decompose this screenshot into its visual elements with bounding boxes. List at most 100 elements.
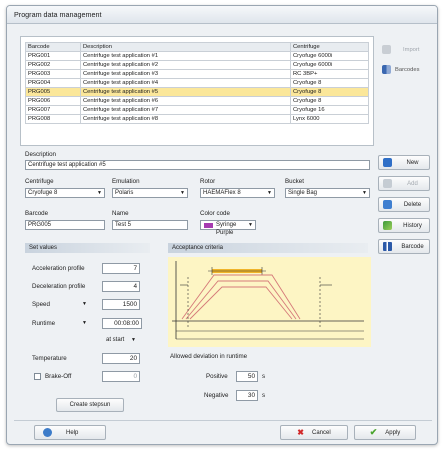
table-row[interactable]: PRG007 Centrifuge test application #7 Cryo… [25,105,369,115]
speed-dropdown-icon[interactable]: ▼ [82,301,87,307]
at-start-value: at start [106,337,125,343]
add-button[interactable]: Add [378,176,430,191]
column-header-barcode[interactable]: Barcode [25,42,81,52]
table-row[interactable]: PRG006 Centrifuge test application #6 Cryo… [25,96,369,106]
column-header-description[interactable]: Description [80,42,291,52]
bucket-label: Bucket [285,178,304,185]
brake-off-checkbox[interactable] [34,373,41,380]
brake-off-label: Brake-Off [45,373,72,380]
cancel-x-icon: ✖ [297,428,304,437]
emulation-value: Polaris [115,190,134,196]
add-icon [383,179,392,188]
barcode-icon [383,242,392,251]
cell-barcode: PRG005 [25,87,81,97]
chevron-down-icon: ▼ [180,190,185,196]
new-label: New [406,159,419,166]
runtime-dropdown-icon[interactable]: ▼ [82,320,87,326]
chevron-down-icon: ▼ [362,190,367,196]
centrifuge-select[interactable]: Cryofuge 8 ▼ [25,188,105,198]
name-field[interactable]: Test 5 [112,220,188,230]
deceleration-field[interactable]: 4 [102,281,140,292]
barcodes-icon [382,65,391,74]
negative-field[interactable]: 30 [236,390,258,401]
barcode-label: Barcode [25,210,49,217]
cell-centrifuge: Cryofuge 6000i [290,60,369,70]
cancel-label: Cancel [312,429,331,436]
history-icon [383,221,392,230]
chevron-down-icon: ▼ [97,190,102,196]
colorcode-label: Color code [200,210,230,217]
centrifuge-label: Centrifuge [25,178,54,185]
at-start-select[interactable]: at start ▼ [102,335,142,345]
barcode-label-btn: Barcode [401,243,424,250]
temperature-field[interactable]: 20 [102,353,140,364]
import-icon [382,45,391,54]
apply-check-icon: ✔ [369,427,378,437]
emulation-select[interactable]: Polaris ▼ [112,188,188,198]
delete-icon [383,200,392,209]
brake-off-field[interactable]: 0 [102,371,140,382]
barcodes-button[interactable]: Barcodes [382,62,420,77]
chevron-down-icon: ▼ [267,190,272,196]
program-table: Barcode Description Centrifuge PRG001 Cen… [25,42,369,124]
emulation-label: Emulation [112,178,140,185]
barcode-field[interactable]: PRG005 [25,220,105,230]
barcode-button[interactable]: Barcode [378,239,430,254]
speed-field[interactable]: 1500 [102,299,140,310]
table-row[interactable]: PRG008 Centrifuge test application #8 Lynx… [25,114,369,124]
column-header-centrifuge[interactable]: Centrifuge [290,42,369,52]
acceptance-graph [172,261,364,340]
colorcode-select[interactable]: Syringe Purple ▼ [200,220,256,236]
table-row[interactable]: PRG005 Centrifuge test application #5 Cryo… [25,87,369,97]
runtime-label: Runtime [32,320,56,327]
cell-description: Centrifuge test application #7 [80,105,291,115]
acceleration-field[interactable]: 7 [102,263,140,274]
delete-label: Delete [403,201,422,208]
deceleration-label: Deceleration profile [32,283,86,290]
cell-centrifuge: Lynx 6000 [290,114,369,124]
description-label: Description [25,151,56,158]
color-swatch [204,223,213,228]
cancel-button[interactable]: ✖ Cancel [280,425,348,440]
acceptance-header: Acceptance criteria [168,243,368,253]
positive-field[interactable]: 50 [236,371,258,382]
positive-label: Positive [206,373,228,380]
acceptance-panel [168,257,371,347]
footer-divider [14,420,432,421]
cell-centrifuge: Cryofuge 8 [290,96,369,106]
rotor-label: Rotor [200,178,216,185]
table-row[interactable]: PRG004 Centrifuge test application #4 Cryo… [25,78,369,88]
help-label: Help [66,429,79,436]
cell-description: Centrifuge test application #4 [80,78,291,88]
cell-barcode: PRG008 [25,114,81,124]
apply-button[interactable]: ✔ Apply [354,425,416,440]
cell-barcode: PRG001 [25,51,81,61]
delete-button[interactable]: Delete [378,197,430,212]
help-button[interactable]: Help [34,425,106,440]
deviation-label: Allowed deviation in runtime [170,353,248,360]
bucket-select[interactable]: Single Bag ▼ [285,188,370,198]
new-button[interactable]: New [378,155,430,170]
add-label: Add [407,180,418,187]
runtime-field[interactable]: 00:08:00 [102,318,142,329]
rotor-select[interactable]: HAEMAFlex 8 ▼ [200,188,275,198]
cell-description: Centrifuge test application #6 [80,96,291,106]
history-button[interactable]: History [378,218,430,233]
table-row[interactable]: PRG003 Centrifuge test application #3 RC 3… [25,69,369,79]
import-button[interactable]: Import [382,42,419,57]
new-icon [383,158,392,167]
set-values-header: Set values [25,243,150,253]
negative-unit: s [262,392,266,399]
table-row[interactable]: PRG002 Centrifuge test application #2 Cryo… [25,60,369,70]
create-stepsun-button[interactable]: Create stepsun [56,398,124,412]
cell-description: Centrifuge test application #3 [80,69,291,79]
cell-barcode: PRG007 [25,105,81,115]
window-title: Program data management [14,10,102,19]
rotor-value: HAEMAFlex 8 [203,190,241,196]
speed-label: Speed [32,301,50,308]
help-icon [43,428,52,437]
description-field[interactable]: Centrifuge test application #5 [25,160,370,170]
table-row[interactable]: PRG001 Centrifuge test application #1 Cryo… [25,51,369,61]
cell-description: Centrifuge test application #2 [80,60,291,70]
apply-label: Apply [385,429,401,436]
